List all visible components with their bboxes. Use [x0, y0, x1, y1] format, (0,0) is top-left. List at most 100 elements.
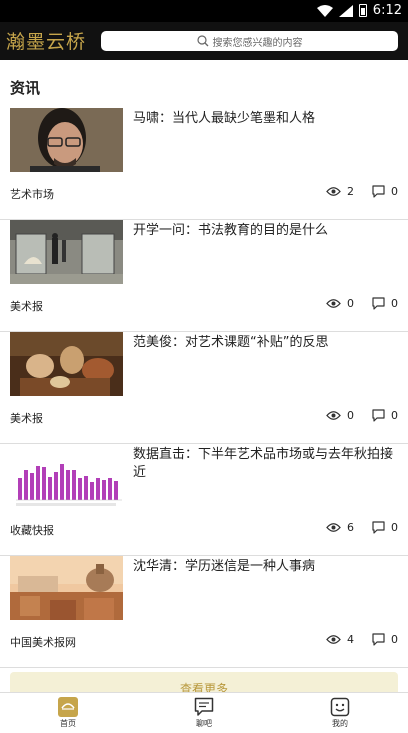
eye-icon — [326, 411, 341, 420]
view-count-value: 0 — [347, 409, 354, 422]
view-count-value: 6 — [347, 521, 354, 534]
mini-bar — [84, 476, 88, 500]
home-icon — [58, 697, 78, 717]
eye-icon — [326, 187, 341, 196]
article-source: 收藏快报 — [10, 524, 54, 537]
article-stats: 0 0 — [326, 297, 398, 310]
article-title[interactable]: 数据直击：下半年艺术品市场或与去年秋拍接近 — [133, 446, 398, 482]
view-count: 0 — [326, 409, 354, 422]
view-count: 6 — [326, 521, 354, 534]
tab-home[interactable]: 首页 — [0, 693, 136, 733]
article-source: 美术报 — [10, 412, 43, 425]
mini-bar — [72, 470, 76, 500]
article-stats: 6 0 — [326, 521, 398, 534]
article-item[interactable]: 沈华清：学历迷信是一种人事病 中国美术报网 4 0 — [0, 556, 408, 668]
tab-profile[interactable]: 我的 — [272, 693, 408, 733]
tab-chat[interactable]: 聊吧 — [136, 693, 272, 733]
mini-bar — [24, 470, 28, 500]
article-source: 艺术市场 — [10, 188, 54, 201]
comment-count-value: 0 — [391, 521, 398, 534]
cityscape-image — [10, 556, 123, 620]
gallery-image — [10, 220, 123, 284]
view-count-value: 2 — [347, 185, 354, 198]
mini-bar — [78, 478, 82, 500]
tab-chat-label: 聊吧 — [196, 719, 212, 728]
comment-count-value: 0 — [391, 185, 398, 198]
mini-bar — [96, 478, 100, 500]
status-time: 6:12 — [372, 3, 402, 18]
section-title: 资讯 — [10, 79, 41, 97]
article-thumbnail — [10, 556, 123, 620]
mini-bar — [108, 478, 112, 500]
article-title[interactable]: 开学一问：书法教育的目的是什么 — [133, 222, 398, 240]
tab-home-label: 首页 — [60, 719, 76, 728]
mini-bar — [54, 472, 58, 500]
tab-profile-label: 我的 — [332, 719, 348, 728]
comment-icon — [372, 633, 385, 646]
comment-count: 0 — [372, 633, 398, 646]
profile-icon — [330, 697, 350, 717]
article-thumbnail — [10, 220, 123, 284]
article-title[interactable]: 沈华清：学历迷信是一种人事病 — [133, 558, 398, 576]
article-item[interactable]: 马啸：当代人最缺少笔墨和人格 艺术市场 2 0 — [0, 108, 408, 220]
comment-icon — [372, 409, 385, 422]
bottom-tab-bar: 首页 聊吧 我的 — [0, 692, 408, 733]
search-input[interactable]: 搜索您感兴趣的内容 — [101, 31, 398, 51]
view-count-value: 0 — [347, 297, 354, 310]
chat-icon — [194, 697, 214, 716]
comment-icon — [372, 521, 385, 534]
view-count: 2 — [326, 185, 354, 198]
status-icons: 6:12 — [316, 3, 402, 18]
app-bar: 瀚墨云桥 搜索您感兴趣的内容 — [0, 22, 408, 60]
eye-icon — [326, 635, 341, 644]
mini-bar — [48, 477, 52, 500]
search-icon — [196, 35, 208, 47]
view-count-value: 4 — [347, 633, 354, 646]
mini-bar — [114, 481, 118, 500]
battery-icon — [358, 4, 367, 17]
article-item[interactable]: 开学一问：书法教育的目的是什么 美术报 0 0 — [0, 220, 408, 332]
mini-bar — [30, 473, 34, 500]
signal-icon — [338, 4, 353, 17]
comment-icon — [372, 185, 385, 198]
app-logo[interactable]: 瀚墨云桥 — [6, 27, 86, 54]
mini-bar — [18, 478, 22, 500]
view-count: 4 — [326, 633, 354, 646]
mini-bar — [60, 464, 64, 500]
comment-icon — [372, 297, 385, 310]
eye-icon — [326, 299, 341, 308]
article-title[interactable]: 马啸：当代人最缺少笔墨和人格 — [133, 110, 398, 128]
portrait-image — [10, 108, 123, 172]
comment-count: 0 — [372, 409, 398, 422]
article-stats: 4 0 — [326, 633, 398, 646]
view-count: 0 — [326, 297, 354, 310]
search-placeholder: 搜索您感兴趣的内容 — [212, 37, 303, 49]
article-source: 美术报 — [10, 300, 43, 313]
eye-icon — [326, 523, 341, 532]
comment-count: 0 — [372, 297, 398, 310]
mini-bar — [102, 480, 106, 500]
mini-bar — [90, 482, 94, 500]
article-title[interactable]: 范美俊：对艺术课题“补贴”的反思 — [133, 334, 398, 352]
load-more-button[interactable]: 查看更多 — [10, 672, 398, 692]
comment-count-value: 0 — [391, 409, 398, 422]
news-feed: 资讯 马啸：当代人最缺少笔墨和人格 艺术市场 2 0 开学一问：书法教育的目的是… — [0, 60, 408, 692]
comment-count-value: 0 — [391, 633, 398, 646]
article-stats: 0 0 — [326, 409, 398, 422]
article-thumbnail — [10, 332, 123, 396]
article-stats: 2 0 — [326, 185, 398, 198]
article-item[interactable]: 范美俊：对艺术课题“补贴”的反思 美术报 0 0 — [0, 332, 408, 444]
article-thumbnail — [10, 444, 123, 508]
mini-bar — [42, 467, 46, 500]
load-more-label: 查看更多 — [179, 682, 228, 692]
mini-bar — [36, 466, 40, 500]
article-source: 中国美术报网 — [10, 636, 76, 649]
comment-count-value: 0 — [391, 297, 398, 310]
article-thumbnail — [10, 108, 123, 172]
status-bar: 6:12 — [0, 0, 408, 22]
article-item[interactable]: 数据直击：下半年艺术品市场或与去年秋拍接近 收藏快报 6 0 — [0, 444, 408, 556]
bar-chart-image — [10, 444, 123, 508]
wifi-icon — [316, 4, 333, 17]
comment-count: 0 — [372, 185, 398, 198]
comment-count: 0 — [372, 521, 398, 534]
